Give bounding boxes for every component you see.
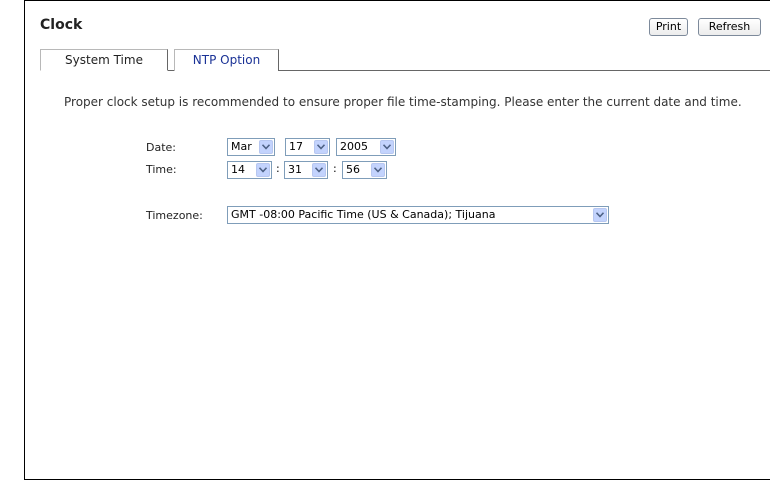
- chevron-down-icon[interactable]: [256, 163, 270, 177]
- day-select[interactable]: 17: [285, 138, 330, 156]
- minute-value: 31: [288, 163, 302, 176]
- chevron-down-icon[interactable]: [593, 208, 607, 222]
- month-select[interactable]: Mar: [227, 138, 275, 156]
- second-select[interactable]: 56: [342, 161, 387, 179]
- print-button[interactable]: Print: [649, 18, 688, 36]
- time-separator: :: [333, 162, 337, 175]
- refresh-button[interactable]: Refresh: [698, 18, 761, 36]
- hour-value: 14: [231, 163, 245, 176]
- second-value: 56: [346, 163, 360, 176]
- timezone-value: GMT -08:00 Pacific Time (US & Canada); T…: [231, 208, 496, 221]
- chevron-down-icon[interactable]: [314, 140, 328, 154]
- minute-select[interactable]: 31: [284, 161, 328, 179]
- year-select[interactable]: 2005: [336, 138, 396, 156]
- time-separator: :: [276, 162, 280, 175]
- month-value: Mar: [231, 140, 252, 153]
- intro-text: Proper clock setup is recommended to ens…: [64, 95, 742, 109]
- chevron-down-icon[interactable]: [312, 163, 326, 177]
- hour-select[interactable]: 14: [227, 161, 272, 179]
- day-value: 17: [289, 140, 303, 153]
- tab-ntp-option[interactable]: NTP Option: [174, 49, 279, 71]
- chevron-down-icon[interactable]: [259, 140, 273, 154]
- page-title: Clock: [40, 17, 83, 33]
- timezone-label: Timezone:: [146, 209, 203, 222]
- date-label: Date:: [146, 141, 176, 154]
- timezone-select[interactable]: GMT -08:00 Pacific Time (US & Canada); T…: [227, 206, 609, 224]
- time-label: Time:: [146, 163, 177, 176]
- tab-system-time[interactable]: System Time: [40, 49, 168, 71]
- clock-panel: Clock Print Refresh System Time NTP Opti…: [24, 0, 770, 480]
- chevron-down-icon[interactable]: [380, 140, 394, 154]
- chevron-down-icon[interactable]: [371, 163, 385, 177]
- year-value: 2005: [340, 140, 368, 153]
